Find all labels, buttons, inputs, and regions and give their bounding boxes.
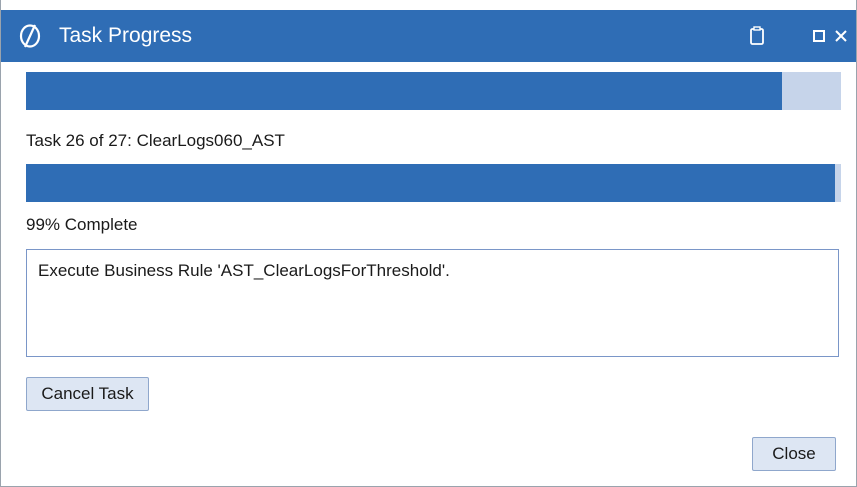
close-button[interactable]: Close	[752, 437, 836, 471]
task-label: Task 26 of 27: ClearLogs060_AST	[26, 131, 285, 150]
app-logo-icon	[19, 23, 43, 49]
task-progress-fill	[26, 164, 836, 202]
overall-progress-bar	[26, 72, 841, 110]
log-output-box[interactable]: Execute Business Rule 'AST_ClearLogsForT…	[26, 249, 839, 357]
log-text: Execute Business Rule 'AST_ClearLogsForT…	[38, 261, 450, 280]
close-icon[interactable]	[823, 10, 857, 62]
cancel-task-button[interactable]: Cancel Task	[26, 377, 149, 411]
clipboard-icon[interactable]	[739, 10, 775, 62]
percent-complete-label: 99% Complete	[26, 215, 138, 234]
window-title: Task Progress	[59, 24, 193, 47]
overall-progress-fill	[26, 72, 782, 110]
title-bar: Task Progress	[1, 10, 856, 62]
task-progress-window: Task Progress Task 26 of 27: ClearLogs06…	[0, 0, 857, 487]
task-progress-bar	[26, 164, 841, 202]
